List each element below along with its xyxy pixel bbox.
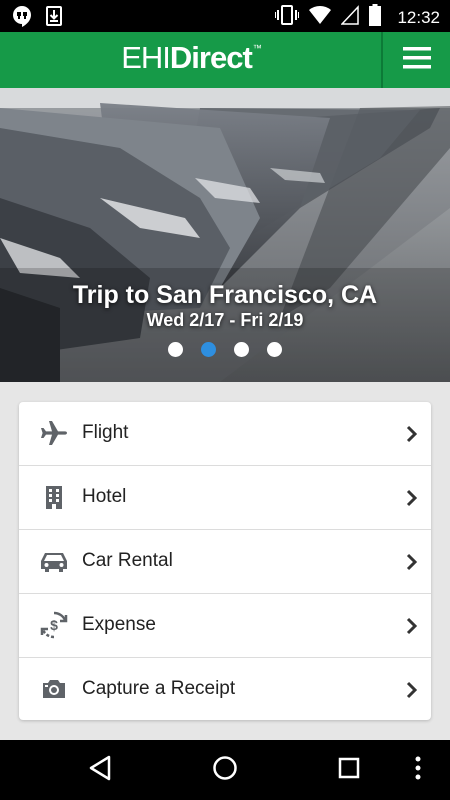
menu-item-flight[interactable]: Flight [19, 402, 431, 466]
vibrate-icon [274, 4, 301, 31]
trip-hero-carousel[interactable]: Trip to San Francisco, CA Wed 2/17 - Fri… [0, 88, 450, 382]
battery-icon [369, 4, 382, 31]
home-icon [212, 755, 238, 786]
expense-dollar-icon: $ [39, 610, 69, 640]
wifi-icon [309, 5, 332, 30]
chevron-right-icon [405, 681, 419, 699]
chevron-right-icon [405, 489, 419, 507]
camera-icon [39, 674, 69, 704]
carousel-dot-3[interactable] [234, 342, 249, 357]
back-icon [88, 755, 112, 786]
hamburger-menu-button[interactable] [383, 32, 450, 88]
menu-item-expense[interactable]: $ Expense [19, 594, 431, 658]
chevron-right-icon [405, 617, 419, 635]
app-bar: EHIDirect™ [0, 32, 450, 88]
status-bar: 12:32 [0, 0, 450, 32]
menu-item-label: Flight [82, 422, 129, 443]
svg-text:$: $ [50, 617, 58, 633]
menu-item-label: Capture a Receipt [82, 678, 236, 699]
recents-button[interactable] [332, 754, 366, 786]
brand-logo: EHIDirect™ [0, 40, 382, 76]
back-button[interactable] [83, 754, 117, 786]
trip-title: Trip to San Francisco, CA [72, 281, 378, 309]
overflow-menu-icon [415, 756, 421, 785]
brand-light-text: EHI [121, 40, 171, 75]
hamburger-menu-icon [402, 46, 431, 74]
status-time: 12:32 [397, 7, 440, 27]
overflow-menu-button[interactable] [408, 754, 428, 786]
menu-item-car-rental[interactable]: Car Rental [19, 530, 431, 594]
hangouts-icon [12, 5, 32, 32]
signal-icon [340, 5, 360, 30]
carousel-dot-4[interactable] [267, 342, 282, 357]
trip-dates: Wed 2/17 - Fri 2/19 [146, 310, 304, 330]
carousel-indicator [0, 342, 450, 357]
menu-item-label: Expense [82, 614, 156, 635]
recents-icon [338, 757, 360, 784]
brand-bold-text: Direct [169, 40, 253, 75]
parked-cars-photo [0, 88, 450, 382]
menu-item-label: Hotel [82, 486, 127, 507]
menu-item-hotel[interactable]: Hotel [19, 466, 431, 530]
services-menu-card: Flight Hotel Car Rental $ Expense Captur… [19, 402, 431, 720]
carousel-dot-2-active[interactable] [201, 342, 216, 357]
hotel-building-icon [39, 482, 69, 512]
menu-item-capture-receipt[interactable]: Capture a Receipt [19, 658, 431, 720]
chevron-right-icon [405, 553, 419, 571]
menu-item-label: Car Rental [82, 550, 173, 571]
chevron-right-icon [405, 425, 419, 443]
trademark-mark: ™ [252, 43, 262, 53]
carousel-dot-1[interactable] [168, 342, 183, 357]
airplane-icon [39, 418, 69, 448]
system-nav-bar [0, 740, 450, 800]
home-button[interactable] [208, 754, 242, 786]
download-icon [46, 6, 62, 31]
car-icon [39, 546, 69, 576]
